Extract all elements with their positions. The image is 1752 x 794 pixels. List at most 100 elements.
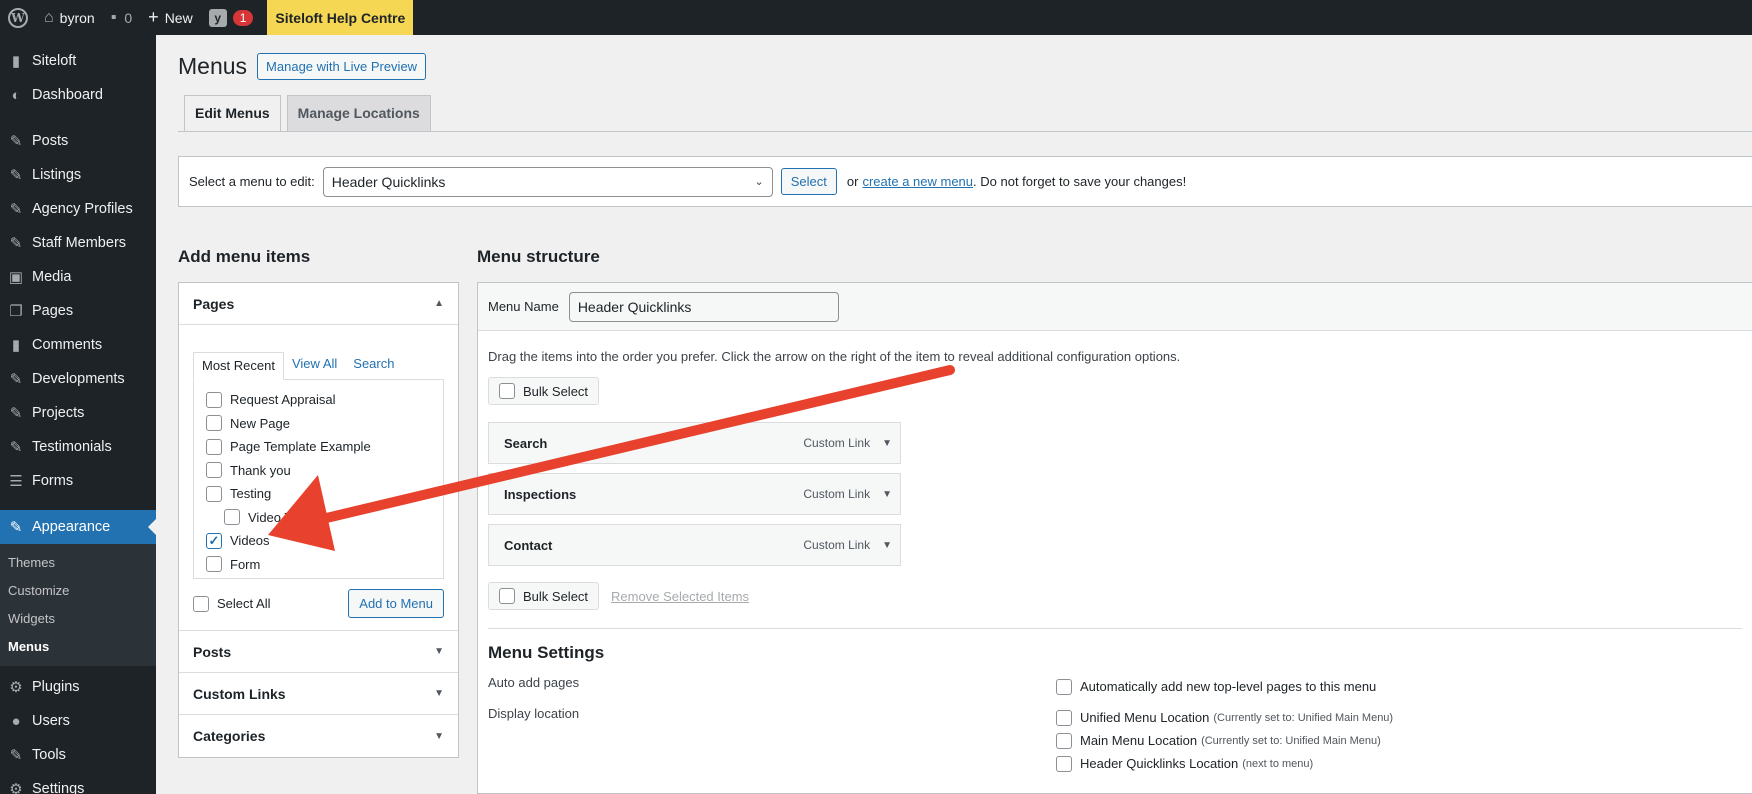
location-box[interactable]	[1056, 755, 1072, 772]
sidebar-item-testimonials[interactable]: ✎ Testimonials	[0, 430, 156, 464]
site-name-label: byron	[59, 9, 95, 26]
bulk-select-checkbox[interactable]	[499, 588, 515, 604]
plugin-icon: ⚙	[9, 679, 23, 696]
page-checkbox[interactable]	[224, 509, 240, 526]
list-item[interactable]: Page Template Example	[206, 435, 431, 459]
sidebar-item-tools[interactable]: ✎ Tools	[0, 738, 156, 772]
seo-notifications-link[interactable]: y 1	[201, 0, 262, 35]
select-all-checkbox[interactable]: Select All	[193, 595, 270, 612]
location-name: Main Menu Location	[1080, 733, 1198, 748]
location-checkbox[interactable]: Main Menu Location (Currently set to: Un…	[1056, 729, 1393, 752]
wrench-icon: ✎	[9, 747, 23, 764]
pages-section-header[interactable]: Pages ▲	[179, 283, 458, 325]
posts-section-header[interactable]: Posts ▼	[179, 631, 458, 673]
tab-most-recent[interactable]: Most Recent	[193, 352, 284, 380]
list-item[interactable]: Testing	[206, 482, 431, 506]
sidebar-item-forms[interactable]: ☰ Forms	[0, 464, 156, 498]
tab-edit-menus[interactable]: Edit Menus	[184, 95, 281, 132]
bulk-select-top[interactable]: Bulk Select	[488, 377, 600, 405]
page-checkbox[interactable]	[206, 462, 222, 479]
auto-add-checkbox[interactable]: Automatically add new top-level pages to…	[1056, 675, 1376, 698]
chevron-down-icon[interactable]: ▼	[882, 489, 892, 500]
tab-view-all[interactable]: View All	[284, 351, 345, 379]
sidebar-item-developments[interactable]: ✎ Developments	[0, 362, 156, 396]
sidebar-item-label: Agency Profiles	[32, 201, 133, 217]
menu-item-title: Contact	[504, 537, 553, 553]
page-checkbox[interactable]	[206, 438, 222, 455]
sidebar-item-pages[interactable]: ❐ Pages	[0, 294, 156, 328]
bulk-select-checkbox[interactable]	[499, 383, 515, 399]
page-checkbox[interactable]	[206, 415, 222, 432]
sidebar-item-staff-members[interactable]: ✎ Staff Members	[0, 226, 156, 260]
menu-name-label: Menu Name	[488, 299, 559, 314]
live-preview-button[interactable]: Manage with Live Preview	[257, 53, 427, 80]
tab-manage-locations[interactable]: Manage Locations	[286, 95, 431, 131]
location-checkbox[interactable]: Unified Menu Location (Currently set to:…	[1056, 706, 1393, 729]
menu-item-title: Inspections	[504, 486, 577, 502]
sidebar-item-listings[interactable]: ✎ Listings	[0, 158, 156, 192]
menu-item-row[interactable]: Search Custom Link ▼	[488, 422, 901, 464]
sidebar-item-siteloft[interactable]: ▮ Siteloft	[0, 44, 156, 78]
page-label: Testing	[230, 486, 272, 502]
sidebar-item-posts[interactable]: ✎ Posts	[0, 124, 156, 158]
sidebar-item-appearance[interactable]: ✎ Appearance	[0, 510, 156, 544]
sidebar-item-media[interactable]: ▣ Media	[0, 260, 156, 294]
menu-item-row[interactable]: Inspections Custom Link ▼	[488, 473, 901, 515]
comments-link[interactable]: ▪ 0	[103, 0, 140, 35]
sidebar-item-comments[interactable]: ▮ Comments	[0, 328, 156, 362]
chevron-down-icon[interactable]: ▼	[882, 540, 892, 551]
submenu-item-widgets[interactable]: Widgets	[0, 604, 156, 632]
list-item[interactable]: Request Appraisal	[206, 388, 431, 412]
pages-checklist: Request Appraisal New Page Page Template…	[193, 379, 444, 579]
select-button[interactable]: Select	[780, 168, 837, 195]
wordpress-logo-button[interactable]: W	[0, 0, 36, 35]
location-note: (Currently set to: Unified Main Menu)	[1213, 711, 1394, 724]
custom-links-section-header[interactable]: Custom Links ▼	[179, 673, 458, 715]
plus-icon: +	[148, 7, 159, 27]
main-content: Menus Manage with Live Preview Edit Menu…	[178, 35, 1752, 794]
page-checkbox[interactable]	[206, 485, 222, 502]
list-item[interactable]: New Page	[206, 412, 431, 436]
pin-icon: ✎	[9, 167, 23, 184]
location-checkbox[interactable]: Header Quicklinks Location (next to menu…	[1056, 752, 1393, 775]
bulk-select-bottom[interactable]: Bulk Select	[488, 582, 600, 610]
sidebar-item-users[interactable]: ● Users	[0, 704, 156, 738]
submenu-item-themes[interactable]: Themes	[0, 548, 156, 576]
page-title: Menus	[178, 53, 248, 79]
tab-search[interactable]: Search	[345, 351, 402, 379]
auto-add-box[interactable]	[1056, 678, 1072, 695]
create-new-menu-link[interactable]: create a new menu	[862, 174, 973, 189]
remove-selected-link[interactable]: Remove Selected Items	[611, 589, 749, 604]
sidebar-item-plugins[interactable]: ⚙ Plugins	[0, 670, 156, 704]
list-item[interactable]: Videos	[206, 529, 431, 553]
select-all-box[interactable]	[193, 595, 209, 612]
submenu-item-menus[interactable]: Menus	[0, 632, 156, 660]
menu-select-dropdown[interactable]: Header Quicklinks ⌄	[322, 166, 773, 197]
pin-icon: ✎	[9, 235, 23, 252]
sidebar-item-label: Projects	[32, 405, 85, 421]
new-content-link[interactable]: + New	[140, 0, 201, 35]
add-to-menu-button[interactable]: Add to Menu	[348, 589, 444, 618]
location-box[interactable]	[1056, 732, 1072, 749]
list-item[interactable]: Form	[206, 553, 431, 577]
menu-name-input[interactable]: Header Quicklinks	[568, 291, 839, 322]
sidebar-item-projects[interactable]: ✎ Projects	[0, 396, 156, 430]
page-checkbox-checked[interactable]	[206, 532, 222, 549]
menu-item-type: Custom Link	[803, 538, 871, 552]
chevron-down-icon[interactable]: ▼	[882, 438, 892, 449]
list-item[interactable]: Thank you	[206, 459, 431, 483]
sidebar-item-agency-profiles[interactable]: ✎ Agency Profiles	[0, 192, 156, 226]
home-icon: ⌂	[44, 8, 54, 26]
page-checkbox[interactable]	[206, 391, 222, 408]
sidebar-item-settings[interactable]: ⚙ Settings	[0, 772, 156, 794]
sidebar-item-dashboard[interactable]: ◐ Dashboard	[0, 78, 156, 112]
submenu-item-customize[interactable]: Customize	[0, 576, 156, 604]
help-centre-link[interactable]: Siteloft Help Centre	[267, 0, 414, 35]
page-checkbox[interactable]	[206, 556, 222, 573]
menu-item-row[interactable]: Contact Custom Link ▼	[488, 524, 901, 566]
media-icon: ▣	[8, 269, 24, 286]
location-box[interactable]	[1056, 709, 1072, 726]
site-name-link[interactable]: ⌂ byron	[36, 0, 103, 35]
categories-section-header[interactable]: Categories ▼	[179, 715, 458, 757]
list-item[interactable]: Video Te	[206, 506, 431, 530]
